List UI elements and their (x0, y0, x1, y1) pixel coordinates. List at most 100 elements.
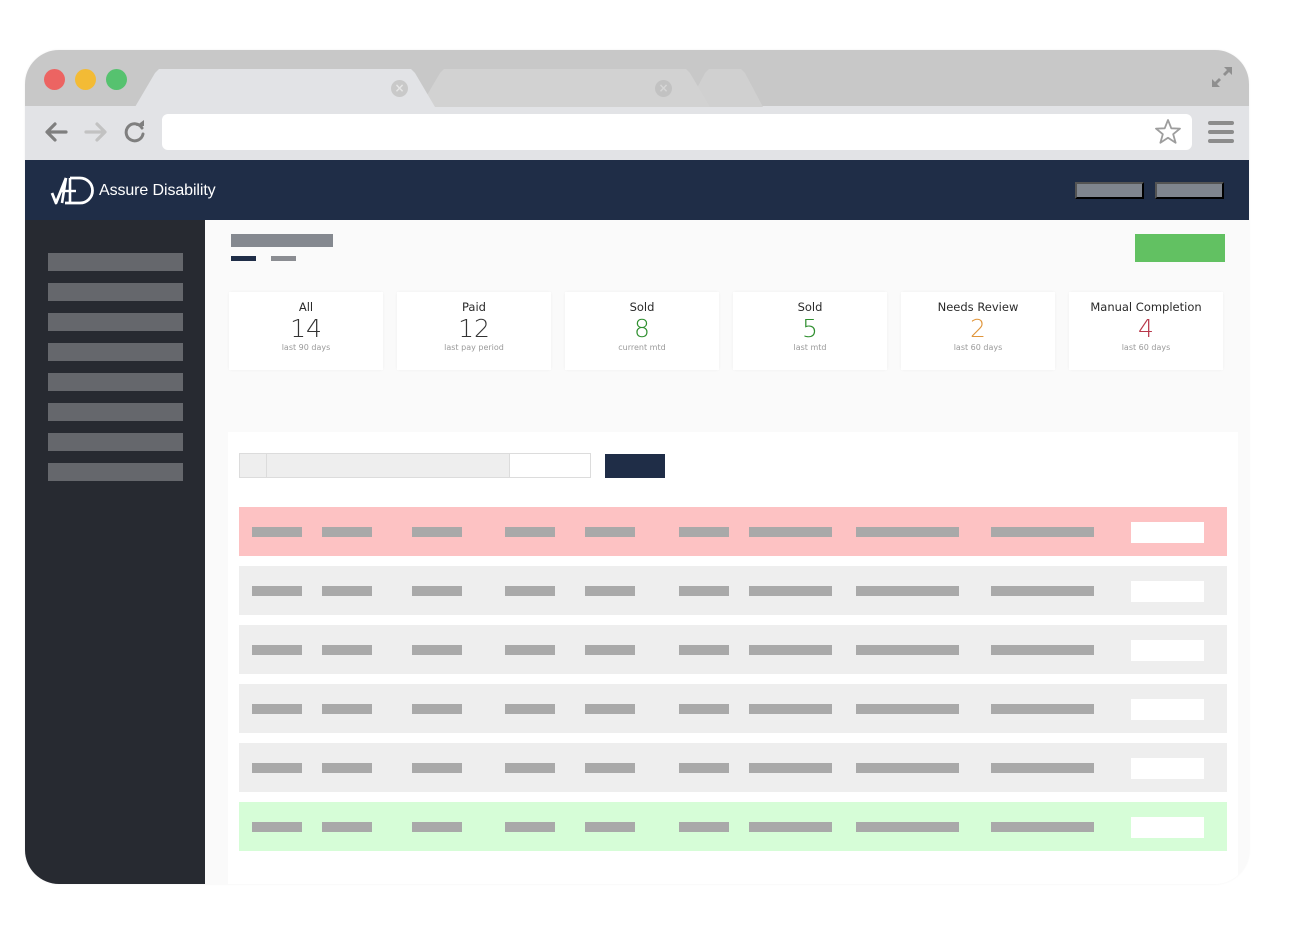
table-cell (412, 822, 462, 832)
search-button[interactable] (605, 454, 665, 478)
table-cell (679, 586, 729, 596)
table-cell (749, 586, 832, 596)
fullscreen-expand-icon[interactable] (1209, 64, 1235, 90)
row-action-button[interactable] (1131, 640, 1204, 661)
reload-button[interactable] (121, 118, 149, 146)
stat-period: last 60 days (1121, 343, 1171, 352)
table-cell (252, 763, 302, 773)
table-cell (412, 586, 462, 596)
table-cell (505, 645, 555, 655)
table-cell (412, 704, 462, 714)
table-cell (856, 822, 959, 832)
stat-card-sold-current[interactable]: Sold 8 current mtd (565, 292, 719, 370)
table-cell (856, 527, 959, 537)
arrow-right-icon (84, 122, 107, 142)
subtab-active[interactable] (231, 256, 256, 261)
search-input[interactable] (267, 454, 510, 477)
back-button[interactable] (42, 118, 70, 146)
header-button[interactable] (1075, 182, 1144, 199)
sidebar (25, 220, 205, 884)
stat-label: Paid (462, 300, 486, 314)
stat-value: 12 (458, 314, 490, 343)
stat-value: 8 (634, 314, 650, 343)
stat-card-paid[interactable]: Paid 12 last pay period (397, 292, 551, 370)
sidebar-item[interactable] (48, 403, 183, 421)
table-cell (505, 763, 555, 773)
stat-label: All (298, 300, 314, 314)
close-window-button[interactable] (44, 69, 65, 90)
table-cell (679, 704, 729, 714)
row-action-button[interactable] (1131, 522, 1204, 543)
table-cell (252, 527, 302, 537)
records-panel (228, 432, 1238, 884)
search-prefix-addon (240, 454, 267, 477)
stat-period: last mtd (793, 343, 827, 352)
browser-menu-icon[interactable] (1208, 121, 1234, 143)
table-row-default[interactable] (239, 684, 1227, 733)
table-cell (322, 645, 372, 655)
arrow-left-icon (45, 122, 68, 142)
tab-close-icon[interactable]: × (391, 80, 408, 97)
primary-action-button[interactable] (1135, 234, 1225, 262)
row-action-button[interactable] (1131, 581, 1204, 602)
sidebar-item[interactable] (48, 253, 183, 271)
table-cell (749, 527, 832, 537)
subtab[interactable] (271, 256, 296, 261)
table-cell (679, 645, 729, 655)
table-cell (252, 704, 302, 714)
stat-card-all[interactable]: All 14 last 90 days (229, 292, 383, 370)
sidebar-item[interactable] (48, 283, 183, 301)
row-action-button[interactable] (1131, 817, 1204, 838)
tab-bar: × × (25, 50, 1249, 106)
main-content: All 14 last 90 days Paid 12 last pay per… (205, 220, 1249, 884)
table-cell (991, 763, 1094, 773)
table-row-flagged[interactable] (239, 507, 1227, 556)
table-cell (585, 645, 635, 655)
stat-card-manual-completion[interactable]: Manual Completion 4 last 60 days (1069, 292, 1223, 370)
table-cell (749, 704, 832, 714)
address-bar[interactable] (162, 114, 1192, 150)
table-cell (991, 822, 1094, 832)
stat-value: 2 (970, 314, 986, 343)
row-action-button[interactable] (1131, 758, 1204, 779)
browser-tab-active[interactable]: × (135, 69, 435, 107)
url-input[interactable] (172, 120, 1132, 144)
minimize-window-button[interactable] (75, 69, 96, 90)
stat-period: current mtd (618, 343, 666, 352)
stat-card-sold-last[interactable]: Sold 5 last mtd (733, 292, 887, 370)
table-cell (252, 645, 302, 655)
table-cell (412, 645, 462, 655)
table-cell (412, 763, 462, 773)
table-cell (322, 763, 372, 773)
forward-button[interactable] (82, 118, 110, 146)
row-action-button[interactable] (1131, 699, 1204, 720)
tab-close-icon[interactable]: × (655, 80, 672, 97)
table-cell (679, 763, 729, 773)
brand-logo[interactable]: Assure Disability (50, 175, 216, 207)
sidebar-item[interactable] (48, 433, 183, 451)
header-button[interactable] (1155, 182, 1224, 199)
table-cell (322, 586, 372, 596)
page-title (231, 234, 333, 247)
app-header: Assure Disability (25, 160, 1249, 220)
table-cell (505, 527, 555, 537)
table-cell (856, 704, 959, 714)
browser-tab[interactable]: × (420, 69, 710, 107)
sidebar-item[interactable] (48, 463, 183, 481)
stat-value: 14 (290, 314, 322, 343)
search-filter-field[interactable] (511, 454, 590, 477)
maximize-window-button[interactable] (106, 69, 127, 90)
stat-card-needs-review[interactable]: Needs Review 2 last 60 days (901, 292, 1055, 370)
table-row-default[interactable] (239, 625, 1227, 674)
table-cell (679, 527, 729, 537)
table-row-default[interactable] (239, 743, 1227, 792)
table-cell (412, 527, 462, 537)
table-cell (505, 586, 555, 596)
sidebar-item[interactable] (48, 373, 183, 391)
sidebar-item[interactable] (48, 313, 183, 331)
table-row-success[interactable] (239, 802, 1227, 851)
sidebar-item[interactable] (48, 343, 183, 361)
bookmark-star-icon[interactable] (1154, 118, 1182, 146)
table-row-default[interactable] (239, 566, 1227, 615)
table-cell (505, 704, 555, 714)
